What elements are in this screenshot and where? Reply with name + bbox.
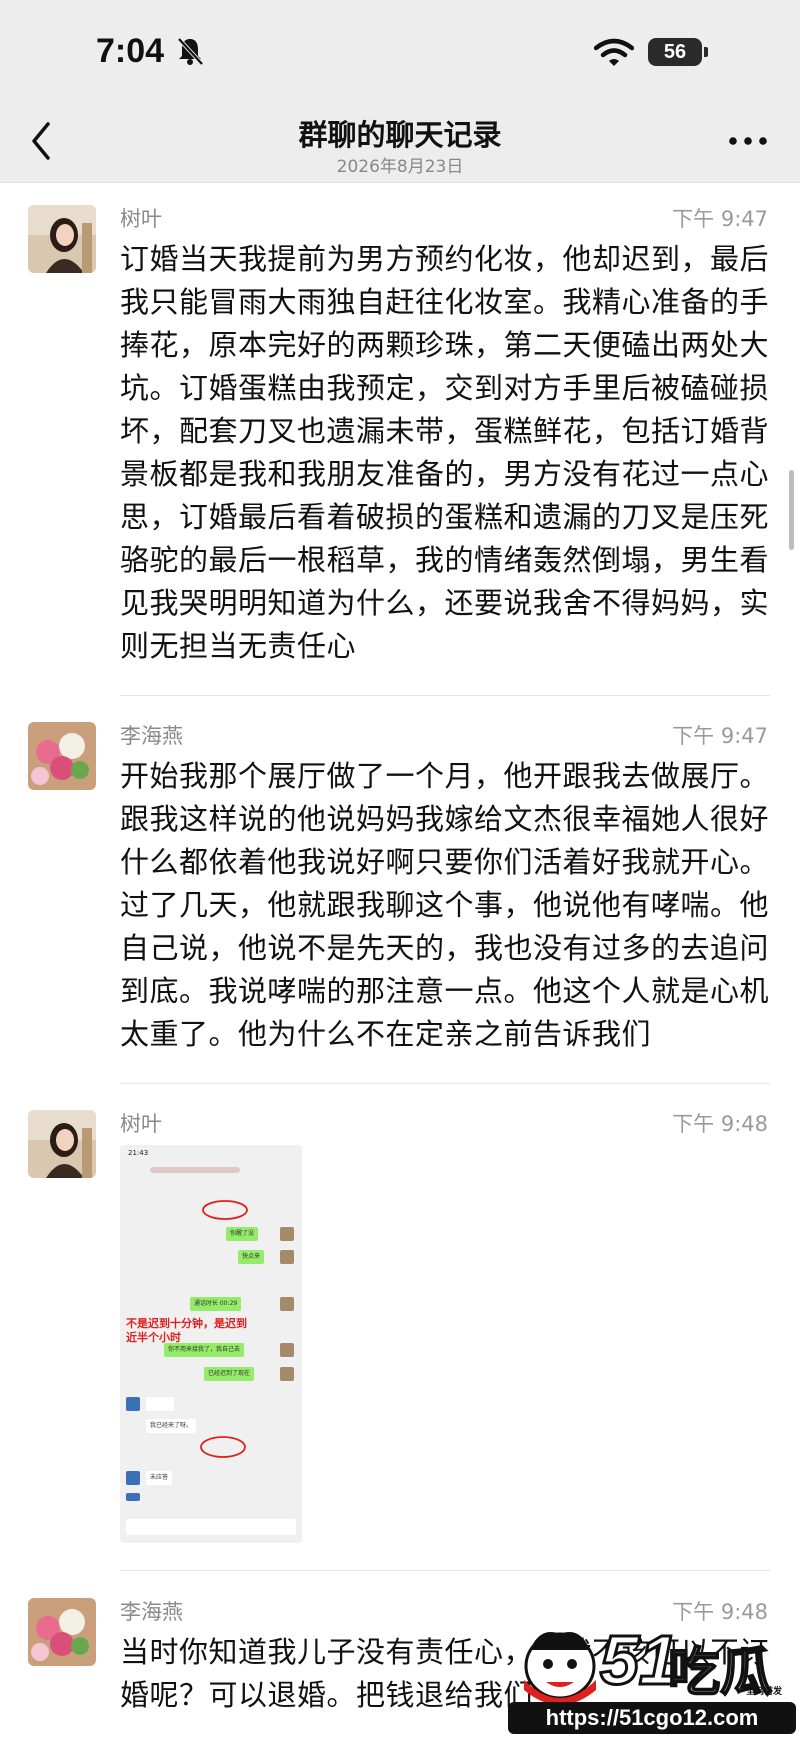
status-bar: 7:04 56 xyxy=(0,0,800,100)
message-divider xyxy=(120,1083,770,1084)
wifi-icon xyxy=(594,38,634,66)
avatar[interactable] xyxy=(28,205,96,273)
sender-name: 李海燕 xyxy=(120,1600,183,1624)
nav-bar: 群聊的聊天记录 2026年8月23日 xyxy=(0,100,800,183)
message-time: 下午 9:48 xyxy=(672,1112,768,1136)
mascot-icon xyxy=(524,1632,596,1704)
sender-name: 李海燕 xyxy=(120,724,183,748)
scrollbar[interactable] xyxy=(789,470,794,550)
sender-name: 树叶 xyxy=(120,1112,162,1136)
bell-muted-icon xyxy=(177,37,204,66)
chat-screenshot-image[interactable]: 21:43 你醒了没 快点来 通话时长 00:29 不是迟到十分钟，是迟到 近半… xyxy=(120,1145,302,1543)
sender-name: 树叶 xyxy=(120,207,162,231)
message-text: 开始我那个展厅做了一个月，他开跟我去做展厅。 跟我这样说的他说妈妈我嫁给文杰很幸… xyxy=(120,759,770,1051)
message-text: 订婚当天我提前为男方预约化妆，他却迟到，最后 我只能冒雨大雨独自赶往化妆室。我精… xyxy=(120,242,770,663)
watermark-url: https://51cgo12.com xyxy=(508,1702,796,1734)
status-time: 7:04 xyxy=(96,32,165,70)
watermark-logo: 51 吃瓜 全网首发 https://51cgo12.com xyxy=(500,1612,796,1734)
message-divider xyxy=(120,695,770,696)
more-options-icon[interactable] xyxy=(728,136,768,146)
avatar[interactable] xyxy=(28,1110,96,1178)
avatar[interactable] xyxy=(28,1598,96,1666)
message-time: 下午 9:47 xyxy=(672,724,768,748)
red-circle-annotation xyxy=(202,1200,248,1220)
red-circle-annotation xyxy=(200,1436,246,1458)
message-divider xyxy=(120,1570,770,1571)
page-title: 群聊的聊天记录 xyxy=(298,118,502,152)
message-time: 下午 9:47 xyxy=(672,207,768,231)
page-date: 2026年8月23日 xyxy=(336,157,464,177)
avatar[interactable] xyxy=(28,722,96,790)
battery-indicator: 56 xyxy=(648,38,708,66)
